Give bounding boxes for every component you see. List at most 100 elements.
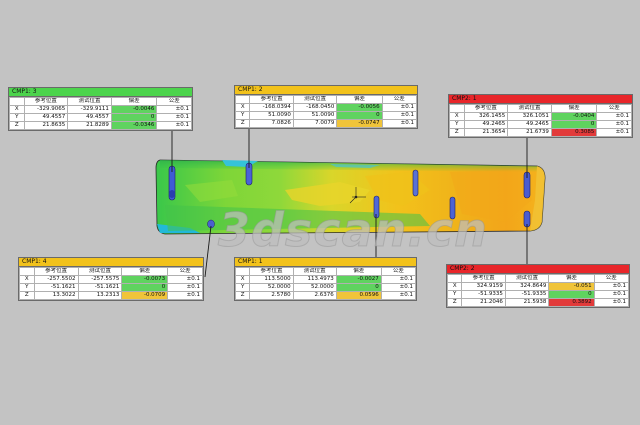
deviation-value: -0.0056 [336, 103, 383, 112]
axis-label: Y [234, 111, 251, 120]
column-header: 公差 [381, 95, 418, 104]
deviation-value: 0 [110, 113, 158, 122]
measured-value: 113.4973 [292, 275, 337, 284]
callout-title: CMP2: 1 [449, 95, 632, 104]
table-row: Y 49.4557 49.4557 0 ±0.1 [9, 113, 192, 122]
column-header: 参考位置 [249, 267, 294, 276]
column-header: 参考位置 [249, 95, 294, 104]
3d-viewport[interactable]: 3dscan.cn CMP1: 3 参考位置 测试位置 偏差 公差 X -329.9065-… [0, 0, 640, 425]
measured-value: 326.1051 [507, 112, 552, 121]
column-header [449, 104, 465, 113]
tolerance-value: ±0.1 [593, 290, 630, 299]
axis-label: Y [446, 290, 463, 299]
callout-cmp1-3[interactable]: CMP1: 3 参考位置 测试位置 偏差 公差 X -329.9065 -329.9111 -0… [8, 87, 193, 131]
measured-value: 2.6376 [292, 291, 337, 300]
slot-center-right[interactable] [412, 169, 419, 197]
measurement-table: 参考位置 测试位置 偏差 公差 X -329.9065 -329.9111 -0.0046 ±0… [9, 97, 192, 130]
reference-value: -51.1621 [33, 283, 79, 292]
column-header: 公差 [380, 267, 417, 276]
callout-title: CMP2: 2 [447, 265, 629, 274]
measured-value: -329.9111 [67, 105, 112, 114]
deviation-value: -0.0747 [336, 119, 383, 128]
reference-value: -51.9335 [461, 290, 506, 299]
measured-value: 49.4557 [67, 113, 112, 122]
callout-title: CMP1: 3 [9, 88, 192, 97]
column-header [9, 97, 25, 106]
reference-value: -329.9065 [23, 105, 69, 114]
axis-label: X [234, 275, 251, 284]
table-row: Y 52.0000 52.0000 0 ±0.1 [234, 283, 417, 292]
axis-label: X [234, 103, 251, 112]
callout-cmp1-2[interactable]: CMP1: 2 参考位置 测试位置 偏差 公差 X -168.0394 -168.0450 -0… [234, 85, 418, 129]
callout-title: CMP1: 2 [235, 86, 417, 95]
reference-value: 21.8635 [23, 121, 69, 130]
measured-value: 21.6739 [507, 128, 552, 137]
callout-cmp2-1[interactable]: CMP2: 1 参考位置 测试位置 偏差 公差 X 326.1455 326.1051 -0.0… [448, 94, 633, 138]
axis-label: Z [9, 121, 25, 130]
deviation-value: 0.3085 [550, 128, 598, 137]
deviation-value: 0 [548, 290, 595, 299]
column-header: 偏差 [548, 274, 595, 283]
reference-value: -168.0394 [249, 103, 294, 112]
deviation-value: 0 [336, 111, 383, 120]
column-header: 公差 [156, 97, 192, 106]
table-row: X -257.5502 -257.5575 -0.0073 ±0.1 [19, 275, 203, 284]
measurement-table: 参考位置 测试位置 偏差 公差 X 113.5000 113.4973 -0.0027 ±0.1… [234, 267, 417, 300]
callout-cmp2-2[interactable]: CMP2: 2 参考位置 测试位置 偏差 公差 X 324.9159 324.8649 -0.0… [446, 264, 630, 308]
column-header: 偏差 [550, 104, 598, 113]
tolerance-value: ±0.1 [381, 103, 418, 112]
table-row: Z 21.2046 21.5938 0.3892 ±0.1 [446, 298, 630, 307]
slot-cmp1-1[interactable] [373, 195, 380, 219]
callout-cmp1-4[interactable]: CMP1: 4 参考位置 测试位置 偏差 公差 X -257.5502 -257.5575 -0… [18, 257, 204, 301]
deviation-value: -0.0404 [550, 112, 598, 121]
tolerance-value: ±0.1 [167, 283, 203, 292]
measured-value: 52.0000 [292, 283, 337, 292]
column-header: 偏差 [335, 267, 382, 276]
tolerance-value: ±0.1 [593, 298, 630, 307]
axis-label: X [9, 105, 25, 114]
tolerance-value: ±0.1 [381, 119, 418, 128]
tolerance-value: ±0.1 [596, 112, 632, 121]
tolerance-value: ±0.1 [596, 128, 632, 137]
axis-label: X [446, 282, 463, 291]
column-header: 偏差 [110, 97, 158, 106]
hole-left[interactable] [169, 190, 175, 198]
reference-value: 51.0090 [249, 111, 294, 120]
reference-value: 52.0000 [249, 283, 294, 292]
measurement-table: 参考位置 测试位置 偏差 公差 X -257.5502 -257.5575 -0.0073 ±0… [19, 267, 203, 300]
reference-value: 326.1455 [463, 112, 509, 121]
table-row: Y -51.9335 -51.9335 0 ±0.1 [446, 290, 630, 299]
table-row: Y 51.0090 51.0090 0 ±0.1 [234, 111, 418, 120]
column-header: 偏差 [336, 95, 383, 104]
deviation-value: -0.0073 [121, 275, 169, 284]
deviation-value: 0 [335, 283, 382, 292]
measured-value: 51.0090 [292, 111, 338, 120]
column-header: 参考位置 [461, 274, 506, 283]
color-map-scene[interactable] [0, 0, 640, 425]
callout-title: CMP1: 1 [235, 258, 416, 267]
measurement-table: 参考位置 测试位置 偏差 公差 X 324.9159 324.8649 -0.051 ±0.1 Y… [446, 274, 630, 307]
column-header: 测试位置 [507, 104, 552, 113]
column-header: 测试位置 [77, 267, 123, 276]
deviation-value: -0.0027 [335, 275, 382, 284]
column-header: 参考位置 [463, 104, 509, 113]
callout-cmp1-1[interactable]: CMP1: 1 参考位置 测试位置 偏差 公差 X 113.5000 113.4973 -0.0… [234, 257, 417, 301]
reference-value: 21.2046 [461, 298, 506, 307]
tolerance-value: ±0.1 [380, 283, 417, 292]
column-header: 参考位置 [33, 267, 79, 276]
reference-value: 113.5000 [249, 275, 294, 284]
deviation-value: -0.0346 [110, 121, 158, 130]
table-row: X -168.0394 -168.0450 -0.0056 ±0.1 [234, 103, 418, 112]
tolerance-value: ±0.1 [380, 275, 417, 284]
reference-value: 324.9159 [461, 282, 506, 291]
reference-value: 13.3022 [33, 291, 79, 300]
tolerance-value: ±0.1 [596, 120, 632, 129]
axis-label: Z [446, 298, 463, 307]
measurement-table: 参考位置 测试位置 偏差 公差 X 326.1455 326.1051 -0.0404 ±0.1… [449, 104, 632, 137]
axis-label: X [449, 112, 465, 121]
slot-right[interactable] [449, 196, 456, 220]
tolerance-value: ±0.1 [156, 121, 192, 130]
axis-label: Z [234, 119, 251, 128]
axis-label: Y [9, 113, 25, 122]
reference-value: -257.5502 [33, 275, 79, 284]
